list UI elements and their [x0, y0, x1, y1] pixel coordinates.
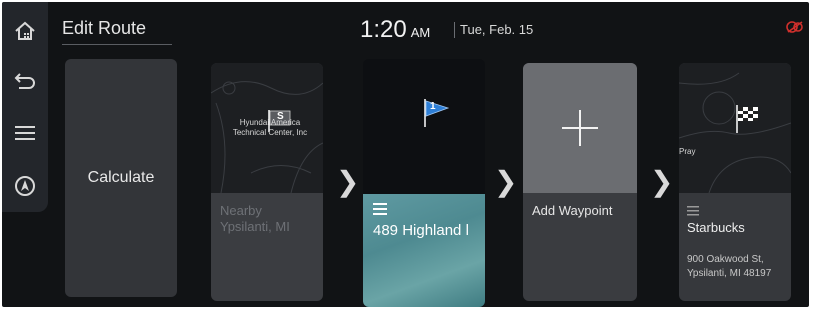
destination-map-label: Pray	[679, 147, 696, 156]
chevron-right-icon: ❯	[336, 166, 360, 197]
start-map-label: Hyundai America Technical Center, Inc	[225, 118, 315, 138]
back-button[interactable]	[2, 59, 48, 101]
title-underline	[62, 44, 172, 45]
destination-address-line1: 900 Oakwood St,	[687, 254, 764, 265]
clock-time: 1:20	[360, 16, 407, 43]
screen: Edit Route 1:20 AM Tue, Feb. 15 Calculat…	[2, 2, 809, 307]
page-title: Edit Route	[62, 18, 147, 38]
date: Tue, Feb. 15	[460, 22, 534, 37]
destination-map-thumbnail: Pray	[679, 63, 791, 193]
navigation-button[interactable]	[2, 165, 48, 207]
destination-address-line2: Ypsilanti, MI 48197	[687, 268, 772, 279]
calculate-label: Calculate	[87, 169, 155, 186]
destination-label: Starbucks	[687, 220, 745, 235]
clock: 1:20 AM	[360, 16, 430, 44]
add-waypoint-area	[523, 63, 637, 193]
start-point-line1: Nearby	[220, 203, 262, 218]
waypoint-number: 1	[430, 101, 436, 112]
home-icon	[15, 21, 35, 40]
start-point-line2: Ypsilanti, MI	[220, 219, 290, 234]
start-point-card[interactable]: S Hyundai America Technical Center, Inc …	[211, 63, 323, 301]
menu-button[interactable]	[2, 112, 48, 154]
connection-warning-icon	[786, 20, 804, 39]
waypoint-flag-icon: 1	[421, 97, 451, 134]
destination-address: 900 Oakwood St, Ypsilanti, MI 48197	[687, 253, 771, 281]
start-map-thumbnail: S Hyundai America Technical Center, Inc	[211, 63, 323, 193]
home-button[interactable]	[2, 10, 48, 52]
add-waypoint-button[interactable]: Add Waypoint	[523, 63, 637, 301]
menu-icon	[15, 126, 35, 140]
waypoint-card-1[interactable]: 1 489 Highland l	[363, 59, 485, 307]
start-map-label-line2: Technical Center, Inc	[232, 128, 308, 137]
destination-card[interactable]: Pray Starbucks 900 Oakwood St, Ypsilanti…	[679, 63, 791, 301]
waypoint-label: 489 Highland l	[373, 222, 469, 239]
calculate-button[interactable]: Calculate	[65, 59, 177, 297]
chevron-right-icon: ❯	[650, 166, 674, 197]
start-point-label: Nearby Ypsilanti, MI	[220, 203, 290, 235]
clock-ampm: AM	[410, 25, 431, 40]
back-icon	[14, 73, 35, 89]
plus-icon	[562, 110, 598, 146]
drag-handle-icon[interactable]	[687, 203, 699, 221]
start-map-label-line1: Hyundai America	[239, 118, 301, 127]
add-waypoint-label: Add Waypoint	[532, 203, 613, 218]
sidebar	[2, 2, 48, 212]
navigation-icon	[15, 176, 35, 196]
finish-flag-icon	[734, 103, 760, 138]
chevron-right-icon: ❯	[494, 166, 518, 197]
drag-handle-icon[interactable]	[373, 202, 387, 220]
header-divider	[454, 22, 455, 38]
